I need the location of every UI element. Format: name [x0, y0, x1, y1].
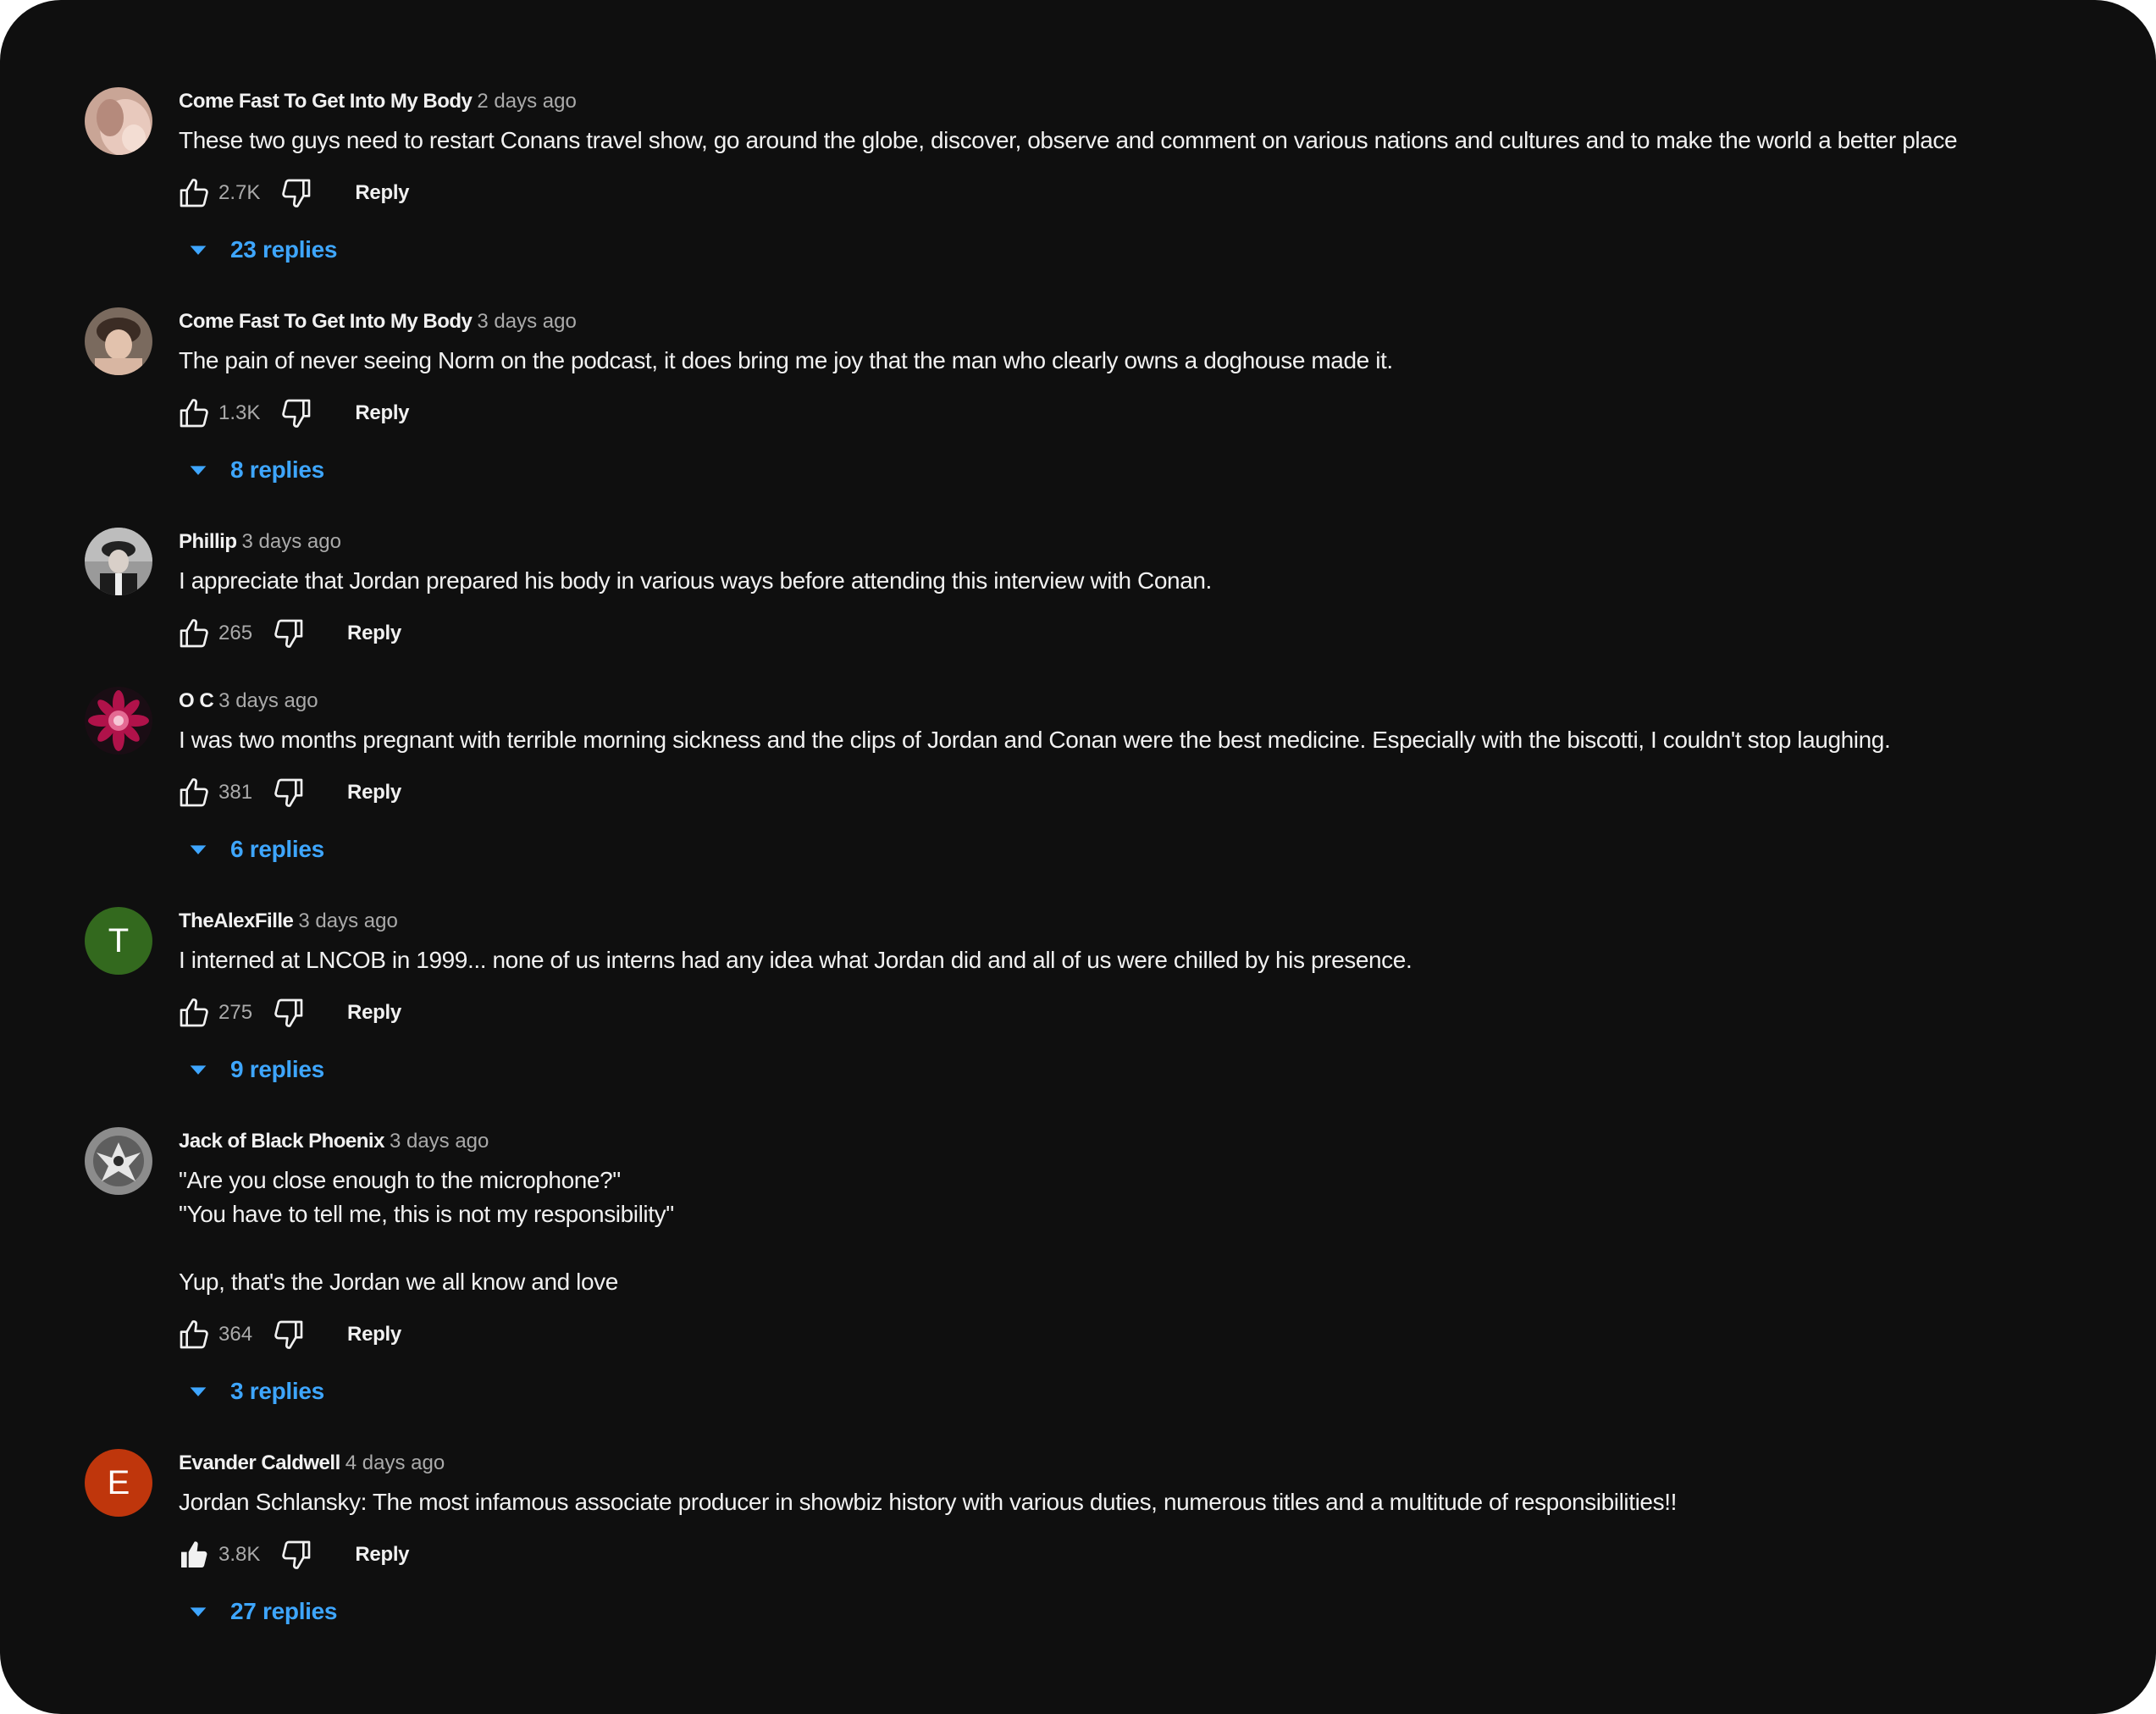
comment-header: Jack of Black Phoenix 3 days ago: [179, 1128, 489, 1155]
thumbs-up-icon[interactable]: [176, 995, 212, 1031]
thumbs-down-icon[interactable]: [279, 175, 314, 211]
reply-button[interactable]: Reply: [347, 622, 401, 645]
avatar[interactable]: E: [85, 1449, 152, 1517]
view-replies-button[interactable]: 23 replies: [186, 230, 338, 269]
thumbs-up-icon[interactable]: [176, 1317, 212, 1352]
comment-text: "Are you close enough to the microphone?…: [179, 1167, 674, 1295]
author-name[interactable]: Phillip: [179, 530, 237, 553]
comment-actions: 364 Reply: [176, 1315, 401, 1354]
reply-button[interactable]: Reply: [355, 401, 409, 425]
comment-time[interactable]: 3 days ago: [242, 530, 341, 553]
comment-time[interactable]: 3 days ago: [218, 689, 318, 712]
like-count: 265: [218, 622, 253, 644]
reply-button[interactable]: Reply: [347, 781, 401, 804]
thumbs-up-filled-icon[interactable]: [176, 1537, 212, 1573]
thumbs-down-icon[interactable]: [271, 995, 307, 1031]
thumbs-up-icon[interactable]: [176, 175, 212, 211]
comment-text: I interned at LNCOB in 1999... none of u…: [179, 947, 1412, 973]
comment-header: Phillip 3 days ago: [179, 528, 341, 556]
replies-count: 8 replies: [230, 456, 324, 483]
comment-header: TheAlexFille 3 days ago: [179, 908, 398, 935]
author-name[interactable]: TheAlexFille: [179, 910, 294, 932]
view-replies-button[interactable]: 3 replies: [186, 1372, 324, 1411]
comment-text: I was two months pregnant with terrible …: [179, 727, 1891, 753]
comment-time[interactable]: 3 days ago: [477, 310, 576, 333]
comment-header: Evander Caldwell 4 days ago: [179, 1450, 445, 1477]
author-name[interactable]: Evander Caldwell: [179, 1451, 340, 1474]
avatar[interactable]: T: [85, 907, 152, 975]
avatar[interactable]: [85, 1127, 152, 1195]
like-count: 1.3K: [218, 401, 261, 424]
comment-text: I appreciate that Jordan prepared his bo…: [179, 567, 1212, 594]
comment-text: The pain of never seeing Norm on the pod…: [179, 347, 1393, 373]
view-replies-button[interactable]: 6 replies: [186, 830, 324, 869]
comment-actions: 1.3K Reply: [176, 394, 410, 433]
view-replies-button[interactable]: 9 replies: [186, 1050, 324, 1089]
replies-count: 9 replies: [230, 1056, 324, 1082]
thumbs-down-icon[interactable]: [279, 395, 314, 431]
comment-actions: 265 Reply: [176, 614, 401, 653]
avatar[interactable]: [85, 687, 152, 755]
thumbs-down-icon[interactable]: [271, 616, 307, 651]
author-name[interactable]: Come Fast To Get Into My Body: [179, 90, 473, 113]
thumbs-down-icon[interactable]: [271, 1317, 307, 1352]
like-count: 275: [218, 1001, 253, 1024]
comment-actions: 2.7K Reply: [176, 174, 410, 213]
caret-down-icon: [190, 1065, 207, 1075]
author-name[interactable]: O C: [179, 689, 214, 712]
replies-count: 23 replies: [230, 236, 338, 263]
reply-button[interactable]: Reply: [355, 1543, 409, 1567]
comment-text: These two guys need to restart Conans tr…: [179, 127, 1958, 153]
comment-time[interactable]: 3 days ago: [390, 1130, 489, 1153]
reply-button[interactable]: Reply: [347, 1001, 401, 1025]
like-count: 3.8K: [218, 1543, 261, 1566]
comment-time[interactable]: 2 days ago: [477, 90, 576, 113]
author-name[interactable]: Jack of Black Phoenix: [179, 1130, 384, 1153]
author-name[interactable]: Come Fast To Get Into My Body: [179, 310, 473, 333]
comments-panel: Come Fast To Get Into My Body 2 days ago …: [0, 0, 2156, 1714]
replies-count: 6 replies: [230, 836, 324, 862]
comment-time[interactable]: 4 days ago: [346, 1451, 445, 1474]
caret-down-icon: [190, 466, 207, 475]
comment-header: Come Fast To Get Into My Body 2 days ago: [179, 88, 577, 115]
view-replies-button[interactable]: 8 replies: [186, 451, 324, 489]
like-count: 2.7K: [218, 181, 261, 204]
comment-actions: 3.8K Reply: [176, 1535, 410, 1574]
comment-time[interactable]: 3 days ago: [298, 910, 397, 932]
like-count: 381: [218, 781, 253, 804]
replies-count: 3 replies: [230, 1378, 324, 1404]
thumbs-up-icon[interactable]: [176, 395, 212, 431]
avatar[interactable]: [85, 87, 152, 155]
avatar[interactable]: [85, 528, 152, 595]
like-count: 364: [218, 1323, 253, 1346]
caret-down-icon: [190, 246, 207, 255]
comment-header: O C3 days ago: [179, 688, 318, 715]
comment-header: Come Fast To Get Into My Body 3 days ago: [179, 308, 577, 335]
replies-count: 27 replies: [230, 1598, 338, 1624]
comment-actions: 381 Reply: [176, 773, 401, 812]
avatar[interactable]: [85, 307, 152, 375]
thumbs-down-icon[interactable]: [271, 775, 307, 810]
caret-down-icon: [190, 845, 207, 854]
thumbs-down-icon[interactable]: [279, 1537, 314, 1573]
thumbs-up-icon[interactable]: [176, 616, 212, 651]
view-replies-button[interactable]: 27 replies: [186, 1592, 338, 1631]
reply-button[interactable]: Reply: [347, 1323, 401, 1346]
reply-button[interactable]: Reply: [355, 181, 409, 205]
comment-text: Jordan Schlansky: The most infamous asso…: [179, 1489, 1677, 1515]
comment-actions: 275 Reply: [176, 993, 401, 1032]
caret-down-icon: [190, 1607, 207, 1617]
caret-down-icon: [190, 1387, 207, 1396]
thumbs-up-icon[interactable]: [176, 775, 212, 810]
